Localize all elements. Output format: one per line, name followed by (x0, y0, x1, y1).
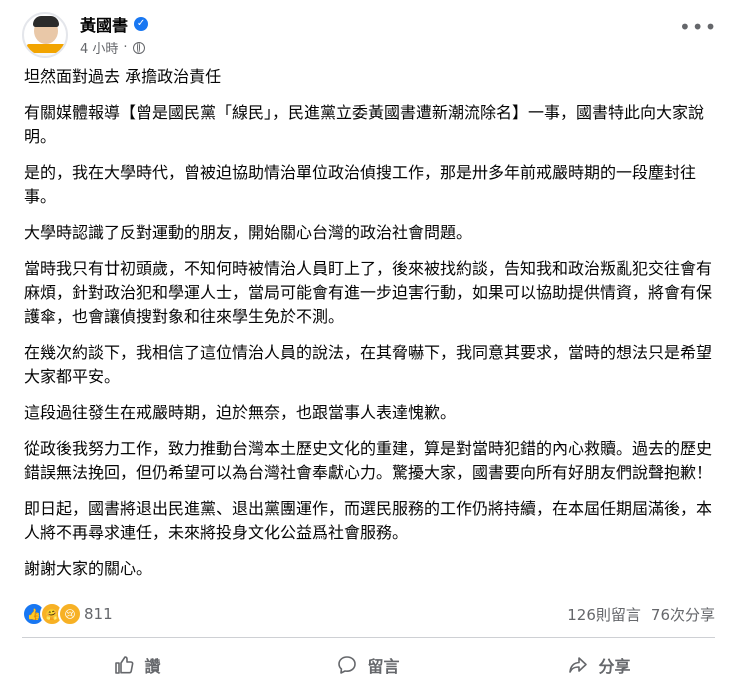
share-button[interactable]: 分享 (490, 645, 710, 685)
post-actions: 讚 留言 分享 (22, 642, 715, 688)
sad-reaction-icon: 😢 (58, 602, 82, 626)
avatar-badge (27, 44, 65, 53)
verified-badge-icon: ✓ (134, 17, 149, 31)
post-paragraph: 在幾次約談下，我相信了這位情治人員的說法，在其脅嚇下，我同意其要求，當時的想法只… (24, 343, 713, 386)
avatar[interactable] (22, 12, 68, 58)
post-paragraph: 當時我只有廿初頭歲，不知何時被情治人員盯上了，後來被找約談，告知我和政治叛亂犯交… (24, 259, 713, 326)
avatar-hair (33, 16, 59, 27)
globe-icon[interactable] (132, 41, 145, 54)
name-row: 黃國書 ✓ (80, 12, 149, 36)
share-label: 分享 (598, 657, 631, 676)
comment-label: 留言 (367, 657, 400, 676)
post-paragraph: 是的，我在大學時代，曾被迫協助情治單位政治偵搜工作，那是卅多年前戒嚴時期的一段塵… (24, 163, 697, 206)
post-content: 坦然面對過去 承擔政治責任 有關媒體報導【曾是國民黨「線民」，民進黨立委黃國書遭… (24, 65, 714, 593)
post-timestamp[interactable]: 4 小時 (80, 38, 118, 57)
author-name[interactable]: 黃國書 (80, 12, 128, 36)
post-paragraph: 這段過往發生在戒嚴時期，迫於無奈，也跟當事人表達愧歉。 (24, 403, 457, 422)
engagement-counts: 126則留言 76次分享 (567, 604, 715, 625)
like-button[interactable]: 讚 (28, 645, 248, 685)
share-count[interactable]: 76次分享 (651, 604, 715, 625)
comment-count[interactable]: 126則留言 (567, 604, 641, 625)
post-meta: 4 小時 · (80, 38, 145, 57)
comment-button[interactable]: 留言 (259, 645, 479, 685)
post-paragraph: 大學時認識了反對運動的朋友，開始關心台灣的政治社會問題。 (24, 223, 473, 242)
reaction-count[interactable]: 811 (84, 605, 113, 623)
post-paragraph: 從政後我努力工作，致力推動台灣本土歷史文化的重建，算是對當時犯錯的內心救贖。過去… (24, 439, 713, 482)
reactions-summary[interactable]: 👍 🤗 😢 811 (22, 602, 113, 626)
post-header: 黃國書 ✓ 4 小時 · ••• (22, 12, 716, 62)
post-paragraph: 謝謝大家的關心。 (24, 559, 153, 578)
like-label: 讚 (144, 657, 161, 676)
comment-icon (337, 655, 357, 675)
share-icon (568, 655, 588, 675)
post-paragraph: 坦然面對過去 承擔政治責任 (24, 67, 222, 86)
thumbs-up-icon (114, 655, 134, 675)
facebook-post: 黃國書 ✓ 4 小時 · ••• 坦然面對過去 承擔政治責任 有關媒體報導【曾是… (0, 0, 733, 694)
divider (22, 637, 715, 638)
reaction-icons: 👍 🤗 😢 (22, 602, 82, 626)
more-options-button[interactable]: ••• (679, 17, 716, 40)
post-paragraph: 即日起，國書將退出民進黨、退出黨團運作，而選民服務的工作仍將持續，在本屆任期屆滿… (24, 499, 713, 542)
post-paragraph: 有關媒體報導【曾是國民黨「線民」，民進黨立委黃國書遭新潮流除名】一事，國書特此向… (24, 103, 705, 146)
separator-dot: · (123, 40, 128, 55)
post-stats: 👍 🤗 😢 811 126則留言 76次分享 (22, 600, 715, 628)
